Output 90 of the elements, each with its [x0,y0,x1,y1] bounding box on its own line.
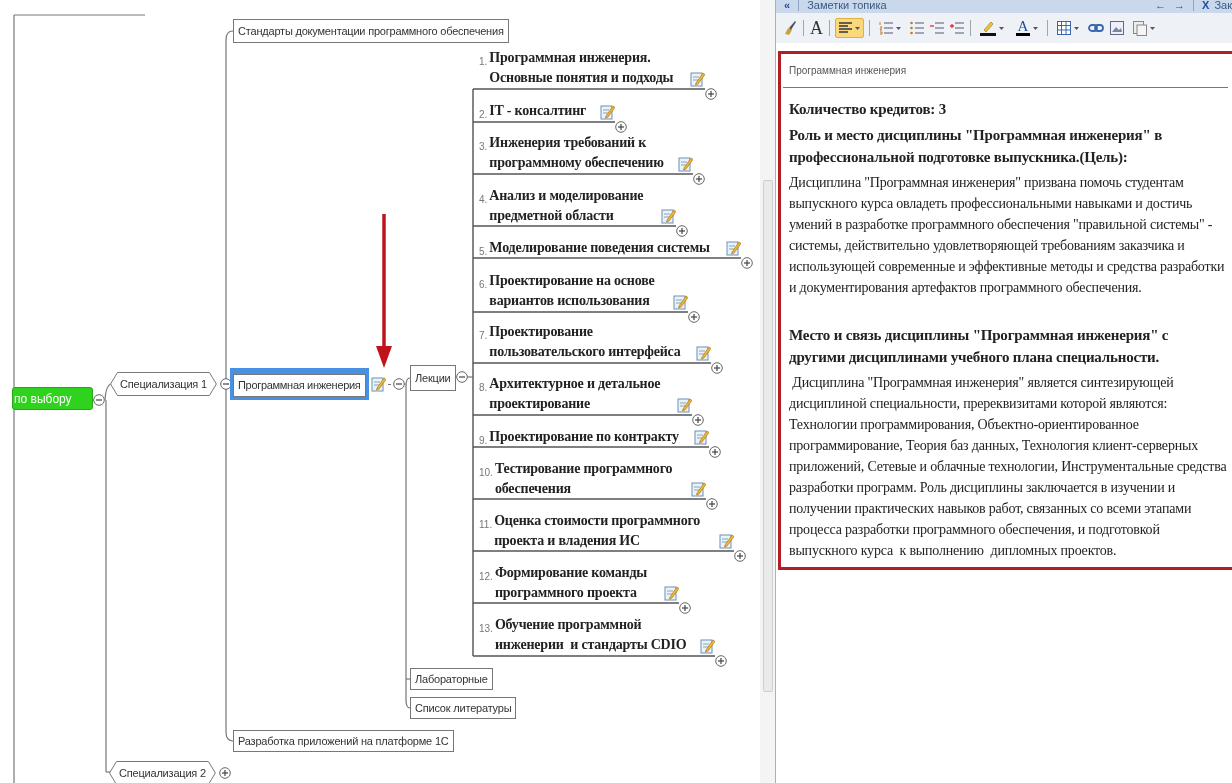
lecture-number: 2. [479,108,488,122]
lecture-number: 6. [479,278,488,292]
panel-title: Заметки топика [807,0,887,13]
expand-icon[interactable] [741,257,753,269]
lecture-number: 13. [479,622,493,636]
note-icon[interactable] [664,585,679,601]
lecture-title[interactable]: Обучение программной инженерии и стандарты CDIO [494,615,687,655]
lecture-title[interactable]: Оценка стоимости программного проекта и владения ИС [494,511,701,551]
topic-node[interactable]: Программная инженерия [230,368,369,400]
lecture-title[interactable]: Тестирование программного обеспечения [494,459,673,499]
expand-icon[interactable] [711,362,723,374]
numbered-list-icon [879,21,893,35]
topic-node[interactable]: Разработка приложений на платформе 1С [233,730,454,752]
document-icon [1133,20,1147,36]
lecture-title[interactable]: Моделирование поведения системы [489,238,710,258]
collapse-icon[interactable] [392,378,405,390]
outdent-icon[interactable] [930,21,944,35]
image-icon[interactable] [1110,21,1124,35]
close-label: Зак [1214,0,1232,13]
expand-icon[interactable] [706,498,718,510]
table-icon [1057,21,1071,35]
note-icon[interactable] [691,481,706,497]
expand-icon[interactable] [676,225,688,237]
lecture-title[interactable]: Инженерия требований к программному обеспечению [489,133,664,173]
note-paragraph: Дисциплина "Программная инженерия" призвана помочь студентам выпускного курса овладеть профессиональными навыками и достичь умений в разработке программного обеспечения "правильной системы" - системы, действительно удовлетворяющей требованиям заказчика и использующей современные и эффективные методы и средства разработки и документирования артефактов программного обеспечения. [789,174,1226,297]
lecture-number: 4. [479,193,488,207]
note-icon[interactable] [677,397,692,413]
expand-icon[interactable] [615,121,627,133]
link-icon[interactable] [1088,23,1104,33]
back-button[interactable]: ← [1155,0,1167,14]
font-button[interactable]: A [807,19,826,37]
lecture-number: 11. [479,518,493,532]
expand-icon[interactable] [692,414,704,426]
collapse-button[interactable]: « [784,0,791,14]
scrollbar[interactable] [762,180,773,692]
lecture-number: 3. [479,140,488,154]
lecture-number: 7. [479,329,488,343]
note-icon[interactable] [726,240,741,256]
highlighter-icon [980,20,996,36]
note-heading: Количество кредитов: 3 [789,100,947,119]
note-icon[interactable] [678,156,693,172]
note-icon[interactable] [690,71,705,87]
bullet-list-icon[interactable] [910,21,924,35]
collapse-icon[interactable] [93,394,105,406]
topic-title: Программная инженерия [783,54,1228,88]
lecture-number: 1. [479,55,488,69]
collapse-icon[interactable] [456,371,468,383]
note-heading: Роль и место дисциплины "Программная инженерия" в профессиональной подготовке выпускника.(Цель): [789,126,1164,167]
colorletter-button[interactable]: A [1012,18,1042,38]
lecture-number: 9. [479,434,488,448]
expand-icon[interactable] [705,88,717,100]
lecture-title[interactable]: IT - консалтинг [489,101,587,121]
topic-node[interactable]: Стандарты документации программного обеспечения [233,19,509,43]
topic-node[interactable]: Лабораторные [410,668,493,690]
lecture-title[interactable]: Программная инженерия. Основные понятия и подходы [489,48,674,88]
lecture-title[interactable]: Проектирование по контракту [489,427,679,447]
note-icon[interactable] [696,345,711,361]
lecture-number: 8. [479,381,488,395]
note-icon[interactable] [673,294,688,310]
expand-icon[interactable] [218,767,231,779]
close-button[interactable]: X [1202,0,1210,14]
topic-node[interactable]: Список литературы [410,697,517,719]
lecture-number: 10. [479,466,493,480]
lecture-title[interactable]: Формирование команды программного проекта [494,563,648,603]
lecture-title[interactable]: Проектирование пользовательского интерфейса [489,322,681,362]
lecture-number: 12. [479,570,493,584]
expand-icon[interactable] [709,446,721,458]
expand-icon[interactable] [734,550,746,562]
lecture-title[interactable]: Анализ и моделирование предметной области [489,186,644,226]
note-icon[interactable] [370,376,386,392]
expand-icon[interactable] [693,173,705,185]
expand-icon[interactable] [715,655,727,667]
expand-icon[interactable] [688,311,700,323]
expand-icon[interactable] [679,602,691,614]
note-heading: Место и связь дисциплины "Программная инженерия" с другими дисциплинами учебного плана специальности. [789,326,1170,367]
align-button[interactable] [835,18,864,38]
align-left-icon [839,22,852,34]
note-icon[interactable] [661,208,676,224]
note-icon[interactable] [700,638,715,654]
brush-icon[interactable] [783,20,797,36]
lecture-title[interactable]: Архитектурное и детальное проектирование [489,374,661,414]
note-paragraph: Дисциплина "Программная инженерия" является синтезирующей дисциплиной специальности, пререквизитами которой являются: Технологии программирования, Объектно-ориентированное программирование, Теория баз данных, Технология клиент-серверных приложений, Сетевые и облачные технологии, Инструментальные средства разработки программ. Роль дисциплины заключается в изучении и получении практических навыков работ, связанных со всеми этапами процесса разработки программного обеспечения, и подготовкой выпускного курса к выполнению дипломных проектов. [789,374,1228,560]
topic-node[interactable]: Лекции [410,365,456,391]
note-icon[interactable] [694,429,709,445]
forward-button[interactable]: → [1174,0,1186,14]
lecture-title[interactable]: Проектирование на основе вариантов использования [489,271,655,311]
note-icon[interactable] [600,104,615,120]
indent-icon[interactable] [950,21,964,35]
note-icon[interactable] [719,533,734,549]
lecture-number: 5. [479,245,488,259]
